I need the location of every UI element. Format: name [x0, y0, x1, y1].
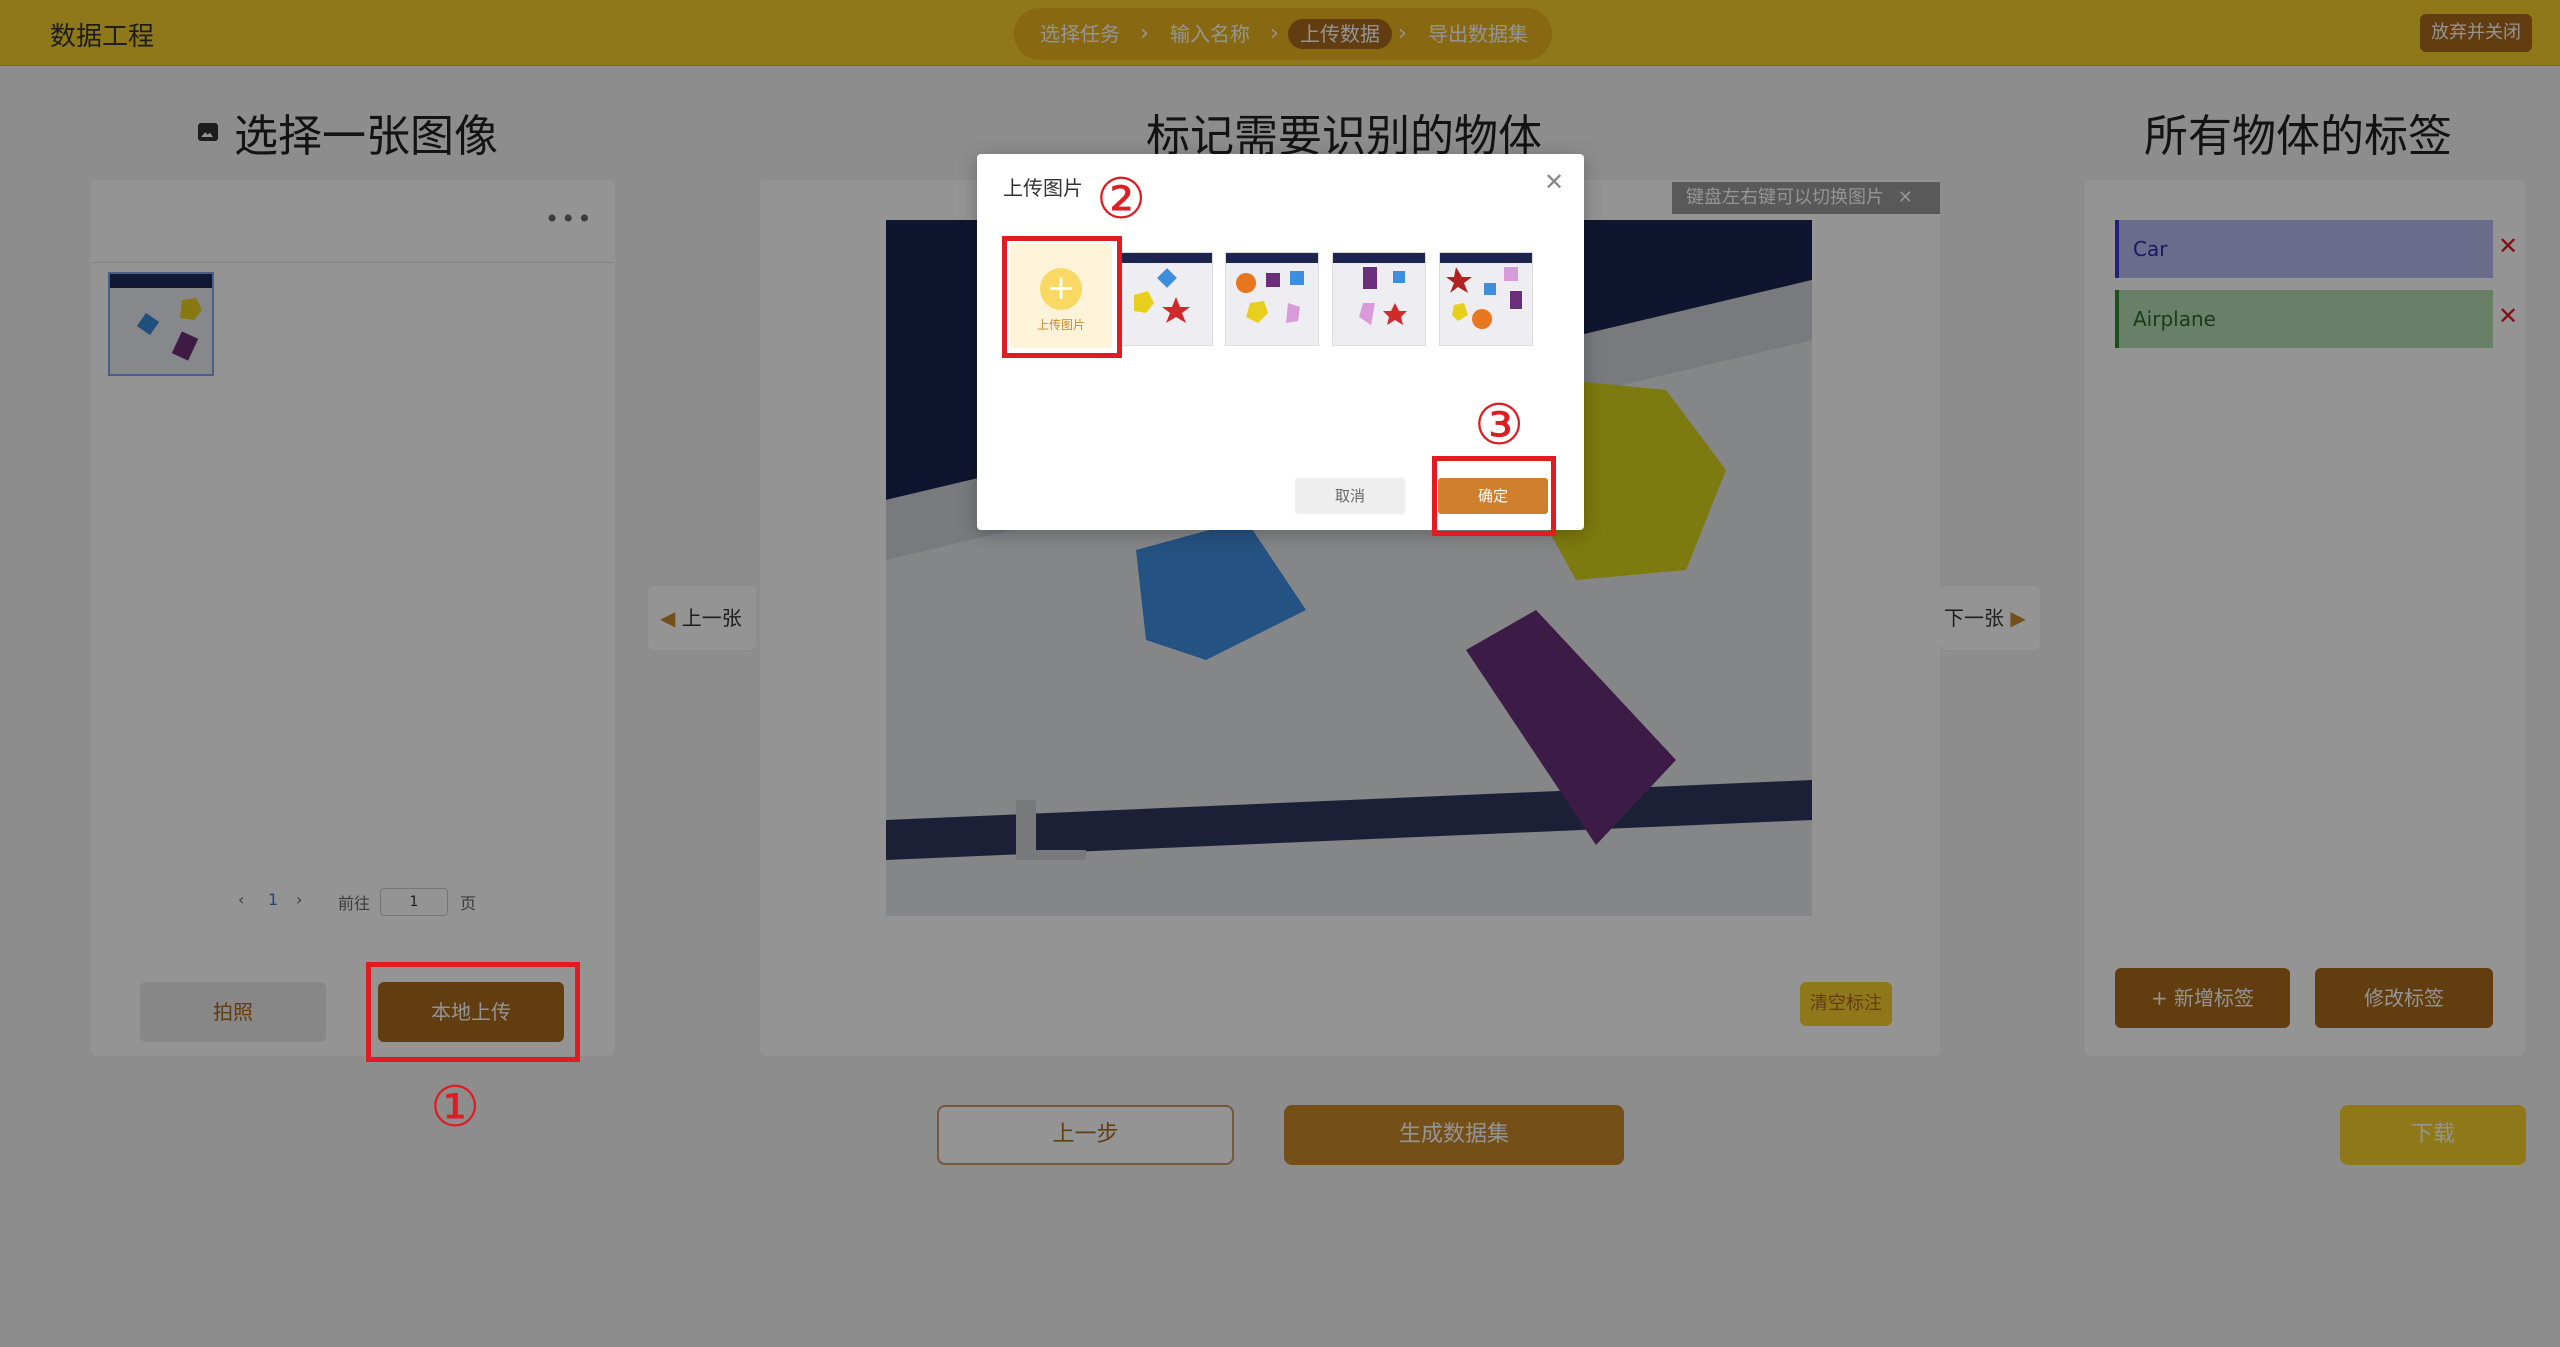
- highlight-box-upload-tile: [1002, 236, 1122, 358]
- dialog-thumbnail[interactable]: [1332, 252, 1426, 346]
- highlight-box-upload: [366, 962, 580, 1062]
- annotation-marker-3: ③: [1474, 393, 1525, 458]
- dialog-thumbnail[interactable]: [1119, 252, 1213, 346]
- highlight-box-confirm: [1432, 456, 1556, 536]
- cancel-button[interactable]: 取消: [1295, 478, 1405, 514]
- thumbnail-shapes: [1226, 253, 1318, 345]
- thumbnail-shapes: [1440, 253, 1532, 345]
- annotation-marker-2: ②: [1096, 167, 1147, 232]
- dialog-thumbnail[interactable]: [1225, 252, 1319, 346]
- thumbnail-shapes: [1333, 253, 1425, 345]
- dialog-thumbnail[interactable]: [1439, 252, 1533, 346]
- dialog-title: 上传图片: [1003, 176, 1083, 200]
- thumbnail-shapes: [1120, 253, 1212, 345]
- close-icon[interactable]: ✕: [1544, 168, 1564, 196]
- annotation-marker-1: ①: [430, 1075, 481, 1140]
